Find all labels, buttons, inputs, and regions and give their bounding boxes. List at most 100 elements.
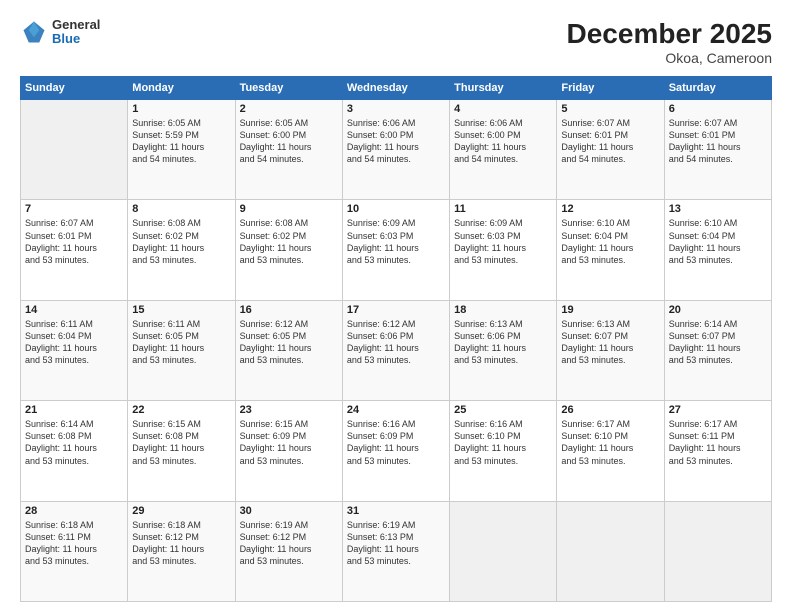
day-info: Sunrise: 6:10 AMSunset: 6:04 PMDaylight:…: [669, 217, 767, 266]
day-info: Sunrise: 6:08 AMSunset: 6:02 PMDaylight:…: [132, 217, 230, 266]
day-info: Sunrise: 6:19 AMSunset: 6:13 PMDaylight:…: [347, 519, 445, 568]
calendar-cell: [450, 501, 557, 601]
calendar-table: SundayMondayTuesdayWednesdayThursdayFrid…: [20, 76, 772, 602]
calendar-cell: 31 Sunrise: 6:19 AMSunset: 6:13 PMDayligh…: [342, 501, 449, 601]
logo-icon: [20, 18, 48, 46]
calendar-cell: 13 Sunrise: 6:10 AMSunset: 6:04 PMDayligh…: [664, 200, 771, 300]
day-number: 18: [454, 304, 552, 316]
day-number: 13: [669, 203, 767, 215]
day-info: Sunrise: 6:19 AMSunset: 6:12 PMDaylight:…: [240, 519, 338, 568]
column-header-thursday: Thursday: [450, 77, 557, 100]
day-info: Sunrise: 6:18 AMSunset: 6:12 PMDaylight:…: [132, 519, 230, 568]
column-header-tuesday: Tuesday: [235, 77, 342, 100]
calendar-cell: 1 Sunrise: 6:05 AMSunset: 5:59 PMDaylight…: [128, 100, 235, 200]
calendar-cell: 15Sunrise: 6:11 AMSunset: 6:05 PMDayligh…: [128, 300, 235, 400]
day-info: Sunrise: 6:09 AMSunset: 6:03 PMDaylight:…: [454, 217, 552, 266]
day-info: Sunrise: 6:10 AMSunset: 6:04 PMDaylight:…: [561, 217, 659, 266]
logo-blue: Blue: [52, 32, 100, 46]
week-row-5: 28 Sunrise: 6:18 AMSunset: 6:11 PMDayligh…: [21, 501, 772, 601]
day-info: Sunrise: 6:07 AMSunset: 6:01 PMDaylight:…: [25, 217, 123, 266]
calendar-cell: 7Sunrise: 6:07 AMSunset: 6:01 PMDaylight…: [21, 200, 128, 300]
day-number: 9: [240, 203, 338, 215]
calendar-cell: [557, 501, 664, 601]
calendar-cell: 22 Sunrise: 6:15 AMSunset: 6:08 PMDayligh…: [128, 401, 235, 501]
calendar-cell: 20 Sunrise: 6:14 AMSunset: 6:07 PMDayligh…: [664, 300, 771, 400]
logo-general: General: [52, 18, 100, 32]
day-number: 28: [25, 505, 123, 517]
day-info: Sunrise: 6:05 AMSunset: 6:00 PMDaylight:…: [240, 117, 338, 166]
day-info: Sunrise: 6:13 AMSunset: 6:07 PMDaylight:…: [561, 318, 659, 367]
day-number: 22: [132, 404, 230, 416]
day-info: Sunrise: 6:12 AMSunset: 6:06 PMDaylight:…: [347, 318, 445, 367]
day-number: 12: [561, 203, 659, 215]
day-number: 10: [347, 203, 445, 215]
day-info: Sunrise: 6:16 AMSunset: 6:10 PMDaylight:…: [454, 418, 552, 467]
day-number: 1: [132, 103, 230, 115]
day-info: Sunrise: 6:17 AMSunset: 6:11 PMDaylight:…: [669, 418, 767, 467]
logo: General Blue: [20, 18, 100, 47]
calendar-cell: 8Sunrise: 6:08 AMSunset: 6:02 PMDaylight…: [128, 200, 235, 300]
day-info: Sunrise: 6:17 AMSunset: 6:10 PMDaylight:…: [561, 418, 659, 467]
calendar-subtitle: Okoa, Cameroon: [567, 50, 772, 66]
day-number: 4: [454, 103, 552, 115]
day-number: 15: [132, 304, 230, 316]
calendar-cell: 27 Sunrise: 6:17 AMSunset: 6:11 PMDayligh…: [664, 401, 771, 501]
day-number: 6: [669, 103, 767, 115]
calendar-cell: 12 Sunrise: 6:10 AMSunset: 6:04 PMDayligh…: [557, 200, 664, 300]
day-number: 27: [669, 404, 767, 416]
calendar-title: December 2025: [567, 18, 772, 50]
week-row-1: 1 Sunrise: 6:05 AMSunset: 5:59 PMDaylight…: [21, 100, 772, 200]
day-number: 21: [25, 404, 123, 416]
calendar-body: 1 Sunrise: 6:05 AMSunset: 5:59 PMDaylight…: [21, 100, 772, 602]
week-row-2: 7Sunrise: 6:07 AMSunset: 6:01 PMDaylight…: [21, 200, 772, 300]
calendar-cell: 3 Sunrise: 6:06 AMSunset: 6:00 PMDaylight…: [342, 100, 449, 200]
calendar-cell: 19 Sunrise: 6:13 AMSunset: 6:07 PMDayligh…: [557, 300, 664, 400]
calendar-cell: 6 Sunrise: 6:07 AMSunset: 6:01 PMDaylight…: [664, 100, 771, 200]
calendar-cell: 16Sunrise: 6:12 AMSunset: 6:05 PMDayligh…: [235, 300, 342, 400]
column-header-wednesday: Wednesday: [342, 77, 449, 100]
week-row-3: 14Sunrise: 6:11 AMSunset: 6:04 PMDayligh…: [21, 300, 772, 400]
day-info: Sunrise: 6:11 AMSunset: 6:04 PMDaylight:…: [25, 318, 123, 367]
day-info: Sunrise: 6:18 AMSunset: 6:11 PMDaylight:…: [25, 519, 123, 568]
day-info: Sunrise: 6:06 AMSunset: 6:00 PMDaylight:…: [347, 117, 445, 166]
calendar-cell: [21, 100, 128, 200]
calendar-cell: 4 Sunrise: 6:06 AMSunset: 6:00 PMDaylight…: [450, 100, 557, 200]
day-number: 29: [132, 505, 230, 517]
calendar-cell: 26 Sunrise: 6:17 AMSunset: 6:10 PMDayligh…: [557, 401, 664, 501]
calendar-cell: 11Sunrise: 6:09 AMSunset: 6:03 PMDayligh…: [450, 200, 557, 300]
day-info: Sunrise: 6:07 AMSunset: 6:01 PMDaylight:…: [669, 117, 767, 166]
day-number: 20: [669, 304, 767, 316]
calendar-cell: 17 Sunrise: 6:12 AMSunset: 6:06 PMDayligh…: [342, 300, 449, 400]
calendar-cell: 28 Sunrise: 6:18 AMSunset: 6:11 PMDayligh…: [21, 501, 128, 601]
day-info: Sunrise: 6:07 AMSunset: 6:01 PMDaylight:…: [561, 117, 659, 166]
day-number: 5: [561, 103, 659, 115]
day-number: 23: [240, 404, 338, 416]
day-number: 17: [347, 304, 445, 316]
day-number: 26: [561, 404, 659, 416]
day-info: Sunrise: 6:05 AMSunset: 5:59 PMDaylight:…: [132, 117, 230, 166]
day-number: 30: [240, 505, 338, 517]
column-header-saturday: Saturday: [664, 77, 771, 100]
calendar-cell: 18 Sunrise: 6:13 AMSunset: 6:06 PMDayligh…: [450, 300, 557, 400]
page: General Blue December 2025 Okoa, Cameroo…: [0, 0, 792, 612]
week-row-4: 21Sunrise: 6:14 AMSunset: 6:08 PMDayligh…: [21, 401, 772, 501]
calendar-cell: 23Sunrise: 6:15 AMSunset: 6:09 PMDayligh…: [235, 401, 342, 501]
day-number: 31: [347, 505, 445, 517]
day-info: Sunrise: 6:13 AMSunset: 6:06 PMDaylight:…: [454, 318, 552, 367]
day-number: 19: [561, 304, 659, 316]
calendar-header: SundayMondayTuesdayWednesdayThursdayFrid…: [21, 77, 772, 100]
calendar-cell: 24Sunrise: 6:16 AMSunset: 6:09 PMDayligh…: [342, 401, 449, 501]
day-info: Sunrise: 6:08 AMSunset: 6:02 PMDaylight:…: [240, 217, 338, 266]
day-info: Sunrise: 6:12 AMSunset: 6:05 PMDaylight:…: [240, 318, 338, 367]
logo-text: General Blue: [52, 18, 100, 47]
day-info: Sunrise: 6:14 AMSunset: 6:07 PMDaylight:…: [669, 318, 767, 367]
day-info: Sunrise: 6:06 AMSunset: 6:00 PMDaylight:…: [454, 117, 552, 166]
day-number: 2: [240, 103, 338, 115]
day-number: 25: [454, 404, 552, 416]
day-info: Sunrise: 6:15 AMSunset: 6:08 PMDaylight:…: [132, 418, 230, 467]
day-number: 3: [347, 103, 445, 115]
header: General Blue December 2025 Okoa, Cameroo…: [20, 18, 772, 66]
calendar-cell: 2 Sunrise: 6:05 AMSunset: 6:00 PMDaylight…: [235, 100, 342, 200]
calendar-cell: 5 Sunrise: 6:07 AMSunset: 6:01 PMDaylight…: [557, 100, 664, 200]
day-info: Sunrise: 6:16 AMSunset: 6:09 PMDaylight:…: [347, 418, 445, 467]
